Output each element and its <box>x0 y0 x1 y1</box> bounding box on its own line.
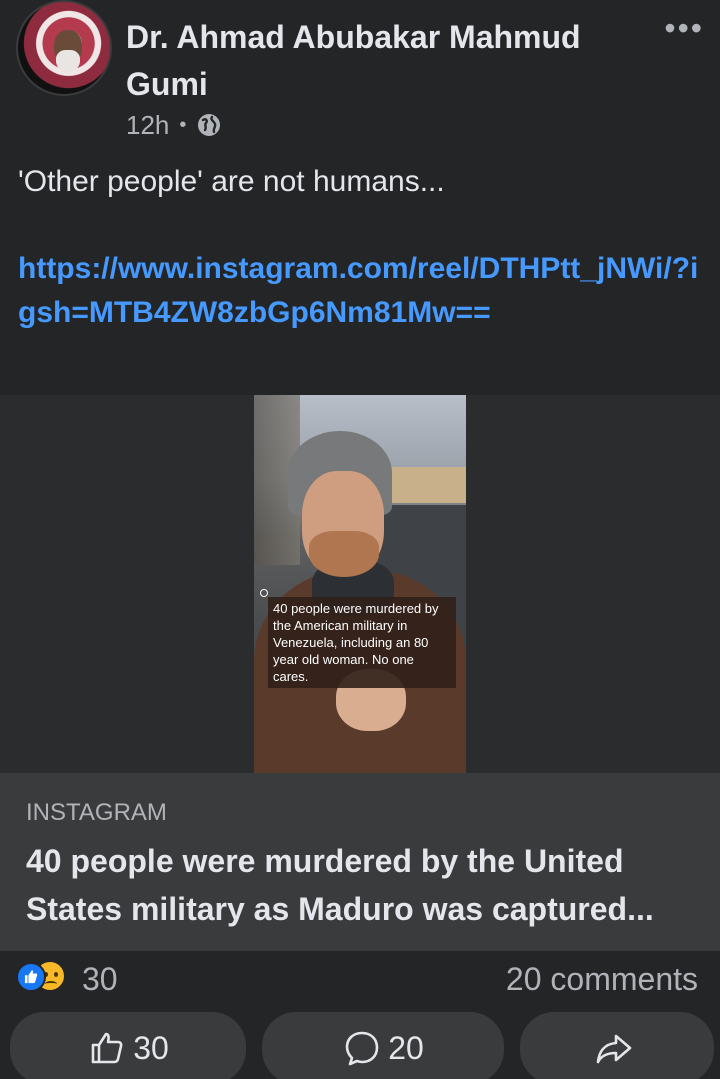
video-thumbnail[interactable]: 40 people were murdered by the American … <box>254 395 466 773</box>
like-button[interactable]: 30 <box>10 1012 246 1079</box>
share-button[interactable] <box>520 1012 714 1079</box>
like-count: 30 <box>133 1029 169 1066</box>
comment-count-link[interactable]: 20 comments <box>506 962 698 996</box>
metadata-separator: • <box>179 113 187 136</box>
share-icon <box>596 1034 632 1064</box>
thumbs-up-icon <box>24 970 38 984</box>
caption-marker-icon <box>260 589 268 597</box>
post-time[interactable]: 12h <box>126 110 169 141</box>
media-container[interactable]: 40 people were murdered by the American … <box>0 395 720 773</box>
reaction-count[interactable]: 30 <box>82 962 118 996</box>
thumbs-up-icon <box>91 1032 123 1064</box>
video-caption: 40 people were murdered by the American … <box>268 597 456 688</box>
more-options-icon[interactable]: ••• <box>664 12 704 44</box>
link-title[interactable]: 40 people were murdered by the United St… <box>26 837 706 933</box>
author-name[interactable]: Dr. Ahmad Abubakar Mahmud Gumi <box>126 14 646 108</box>
post-text: 'Other people' are not humans... <box>18 165 445 198</box>
like-reaction-icon <box>16 962 46 992</box>
person-beard <box>309 531 379 577</box>
post-metadata: 12h • <box>126 108 222 142</box>
reaction-icons[interactable] <box>16 960 80 994</box>
reaction-summary[interactable]: 30 20 comments <box>0 952 720 1006</box>
post-link[interactable]: https://www.instagram.com/reel/DTHPtt_jN… <box>18 247 708 335</box>
comment-button[interactable]: 20 <box>262 1012 504 1079</box>
comment-count: 20 <box>388 1029 424 1066</box>
action-bar: 30 20 <box>0 1010 720 1079</box>
author-avatar[interactable] <box>16 0 112 96</box>
link-preview[interactable]: INSTAGRAM 40 people were murdered by the… <box>0 773 720 951</box>
post-header: Dr. Ahmad Abubakar Mahmud Gumi 12h • ••• <box>0 0 720 150</box>
comment-icon <box>345 1031 379 1066</box>
link-source: INSTAGRAM <box>26 799 167 826</box>
video-building <box>384 467 466 503</box>
globe-icon <box>198 114 221 136</box>
avatar-beard <box>56 50 80 72</box>
